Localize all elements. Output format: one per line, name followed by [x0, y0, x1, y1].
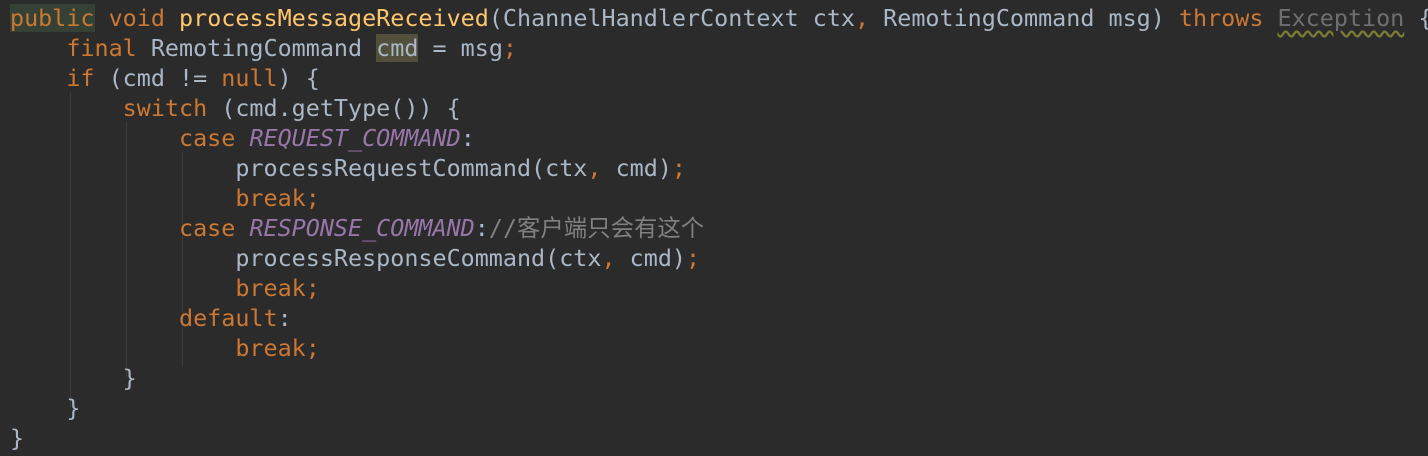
code-token: break;: [235, 334, 320, 362]
code-token: processMessageReceived: [179, 4, 489, 32]
code-token: public: [10, 4, 95, 32]
code-token: {: [1404, 4, 1428, 32]
code-token: ,: [601, 244, 616, 272]
code-token: RESPONSE_COMMAND: [249, 214, 475, 242]
code-token: (ChannelHandlerContext ctx: [488, 4, 855, 32]
code-token: :: [460, 124, 475, 152]
code-token: switch: [122, 94, 208, 122]
code-token: :: [277, 304, 292, 332]
code-line[interactable]: }: [10, 363, 137, 393]
code-token: RemotingCommand msg): [869, 4, 1179, 32]
code-token: throws: [1178, 4, 1264, 32]
code-token: final: [66, 34, 137, 62]
code-token: if: [66, 64, 95, 92]
code-token: cmd): [615, 244, 686, 272]
code-token: ;: [686, 244, 701, 272]
code-token: ;: [502, 34, 518, 62]
code-token: default: [179, 304, 278, 332]
code-token: ,: [855, 4, 870, 32]
code-token: null: [221, 64, 278, 92]
code-token: processRequestCommand(ctx: [235, 154, 588, 182]
code-token: ,: [587, 154, 602, 182]
code-token: (cmd !=: [94, 64, 222, 92]
code-line[interactable]: break;: [10, 333, 320, 363]
code-token: Exception: [1277, 4, 1405, 32]
code-token: break;: [235, 274, 320, 302]
code-line[interactable]: }: [10, 393, 80, 423]
code-line[interactable]: case RESPONSE_COMMAND://客户端只会有这个: [10, 213, 704, 243]
code-line[interactable]: if (cmd != null) {: [10, 63, 320, 93]
code-token: REQUEST_COMMAND: [249, 124, 461, 152]
code-token: RemotingCommand: [136, 34, 377, 62]
code-line[interactable]: switch (cmd.getType()) {: [10, 93, 461, 123]
code-token: (cmd.getType()) {: [207, 94, 461, 122]
code-line[interactable]: public void processMessageReceived(Chann…: [10, 3, 1428, 33]
code-token: cmd: [376, 34, 419, 62]
code-token: processResponseCommand(ctx: [235, 244, 602, 272]
code-token: ;: [671, 154, 686, 182]
code-line[interactable]: }: [10, 423, 24, 453]
code-token: :: [474, 214, 489, 242]
code-token: break;: [235, 184, 320, 212]
code-token: //客户端只会有这个: [488, 214, 705, 242]
code-token: }: [10, 424, 25, 452]
code-token: case: [179, 214, 236, 242]
code-editor[interactable]: public void processMessageReceived(Chann…: [0, 0, 1428, 456]
code-token: ) {: [277, 64, 320, 92]
code-token: case: [179, 124, 236, 152]
code-line[interactable]: break;: [10, 273, 320, 303]
code-token: = msg: [418, 34, 503, 62]
code-line[interactable]: case REQUEST_COMMAND:: [10, 123, 475, 153]
code-line[interactable]: final RemotingCommand cmd = msg;: [10, 33, 517, 63]
code-line[interactable]: default:: [10, 303, 292, 333]
code-line[interactable]: processResponseCommand(ctx, cmd);: [10, 243, 700, 273]
code-token: }: [10, 394, 81, 422]
code-line[interactable]: processRequestCommand(ctx, cmd);: [10, 153, 686, 183]
code-token: void: [108, 4, 165, 32]
code-token: cmd): [601, 154, 672, 182]
code-line[interactable]: break;: [10, 183, 320, 213]
code-token: }: [10, 364, 137, 392]
